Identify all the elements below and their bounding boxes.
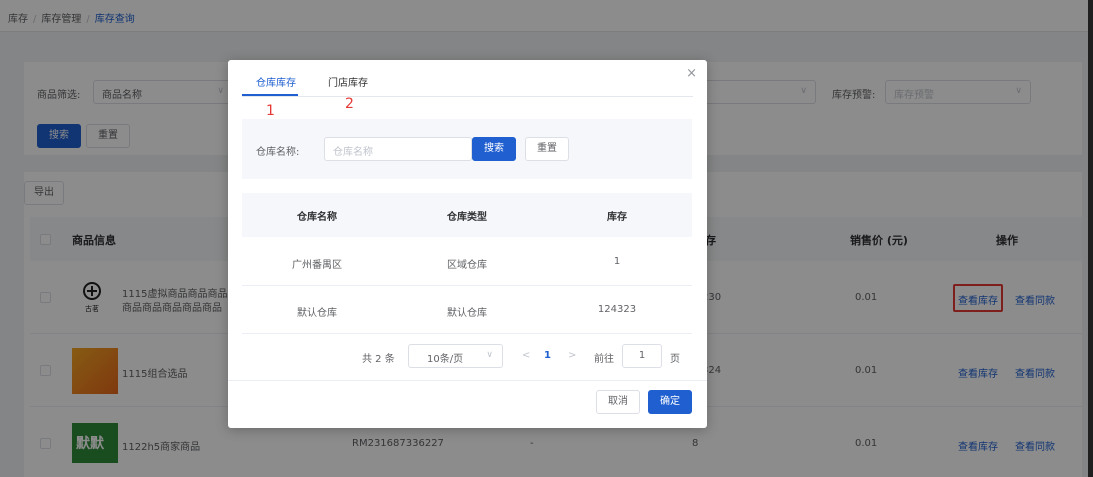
warehouse-type: 区域仓库: [447, 260, 487, 271]
pager-goto-input[interactable]: 1: [622, 344, 662, 368]
warehouse-search-button[interactable]: 搜索: [472, 137, 516, 161]
pager-page-unit: 页: [670, 354, 680, 365]
warehouse-type: 默认仓库: [447, 308, 487, 319]
tab-divider: [242, 96, 693, 97]
warehouse-stock: 124323: [597, 304, 637, 315]
annotation-number-1: 1: [266, 103, 275, 119]
table-row: 广州番禺区 区域仓库 1: [242, 238, 692, 286]
cancel-button[interactable]: 取消: [596, 390, 640, 414]
pager-prev-icon[interactable]: <: [522, 350, 530, 361]
warehouse-name: 默认仓库: [297, 308, 337, 319]
warehouse-reset-button[interactable]: 重置: [525, 137, 569, 161]
close-icon[interactable]: ×: [686, 66, 697, 81]
chevron-down-icon: ∨: [486, 350, 493, 360]
warehouse-name-input[interactable]: 仓库名称: [324, 137, 472, 161]
pager-next-icon[interactable]: >: [568, 350, 576, 361]
warehouse-name-label: 仓库名称:: [256, 147, 300, 158]
header-stock: 库存: [607, 212, 627, 223]
warehouse-search-panel: 仓库名称: 仓库名称 搜索 重置: [242, 119, 692, 179]
page-size-select[interactable]: 10条/页 ∨: [408, 344, 503, 368]
dialog-footer-divider: [228, 380, 707, 381]
pager-current-page[interactable]: 1: [544, 350, 551, 361]
tab-warehouse-stock[interactable]: 仓库库存: [256, 74, 296, 89]
pager-total: 共 2 条: [362, 354, 395, 365]
warehouse-name: 广州番禺区: [292, 260, 342, 271]
header-warehouse-name: 仓库名称: [297, 212, 337, 223]
confirm-button[interactable]: 确定: [648, 390, 692, 414]
stock-dialog: 仓库库存 门店库存 × 1 2 仓库名称: 仓库名称 搜索 重置 仓库名称 仓库…: [228, 60, 707, 428]
annotation-number-2: 2: [345, 96, 354, 112]
warehouse-stock: 1: [613, 256, 621, 267]
header-warehouse-type: 仓库类型: [447, 212, 487, 223]
tab-store-stock[interactable]: 门店库存: [328, 74, 368, 89]
pager-goto-label: 前往: [594, 354, 614, 365]
warehouse-table-header: 仓库名称 仓库类型 库存: [242, 193, 692, 237]
tab-active-indicator: [242, 94, 298, 96]
table-row: 默认仓库 默认仓库 124323: [242, 286, 692, 334]
